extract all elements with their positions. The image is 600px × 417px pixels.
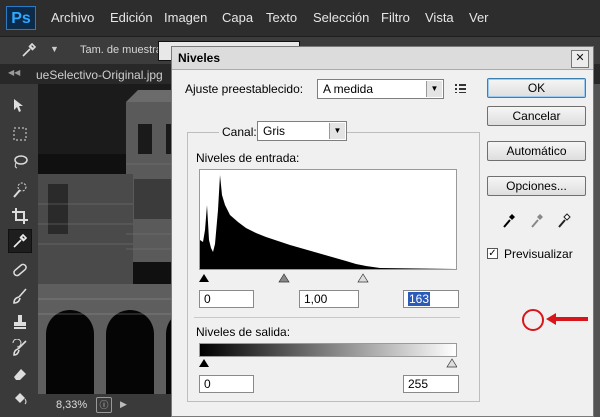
menu-vista[interactable]: Vista (425, 10, 454, 25)
photoshop-logo: Ps (6, 6, 36, 30)
highlight-arrow-icon (546, 313, 588, 325)
move-tool-icon[interactable] (8, 94, 32, 118)
menu-filtro[interactable]: Filtro (381, 10, 410, 25)
document-info-icon[interactable]: ⓘ (96, 397, 112, 413)
output-black-field[interactable]: 0 (199, 375, 254, 393)
preset-label: Ajuste preestablecido: (185, 82, 304, 96)
options-button[interactable]: Opciones... (487, 176, 586, 196)
document-tab[interactable]: ueSelectivo-Original.jpg (36, 68, 163, 82)
channel-label: Canal: (219, 125, 260, 139)
highlight-circle (522, 309, 544, 331)
marquee-tool-icon[interactable] (8, 122, 32, 146)
menu-texto[interactable]: Texto (266, 10, 297, 25)
input-black-field[interactable]: 0 (199, 290, 254, 308)
preset-value: A medida (323, 82, 374, 96)
histogram (199, 169, 457, 270)
menu-archivo[interactable]: Archivo (51, 10, 94, 25)
menu-seleccion[interactable]: Selección (313, 10, 369, 25)
healing-brush-tool-icon[interactable] (8, 258, 32, 282)
output-white-field[interactable]: 255 (403, 375, 459, 393)
eraser-tool-icon[interactable] (8, 362, 32, 386)
input-levels-label: Niveles de entrada: (196, 151, 300, 165)
channel-value: Gris (263, 124, 285, 138)
auto-button[interactable]: Automático (487, 141, 586, 161)
menu-ver[interactable]: Ver (469, 10, 489, 25)
black-eyedropper-icon[interactable] (502, 211, 518, 229)
white-eyedropper-icon[interactable] (557, 211, 573, 229)
zoom-level[interactable]: 8,33% (56, 399, 87, 411)
quick-selection-tool-icon[interactable] (8, 178, 32, 202)
input-gamma-field[interactable]: 1,00 (299, 290, 359, 308)
tool-preset-chevron-icon[interactable]: ▼ (50, 44, 59, 54)
cancel-button[interactable]: Cancelar (487, 106, 586, 126)
brush-tool-icon[interactable] (8, 284, 32, 308)
sample-size-label: Tam. de muestra: (80, 44, 165, 56)
chevron-down-icon[interactable]: ▼ (329, 123, 345, 139)
preset-options-icon[interactable] (454, 81, 468, 98)
menu-edicion[interactable]: Edición (110, 10, 153, 25)
output-levels-slider[interactable] (199, 357, 458, 369)
clone-stamp-tool-icon[interactable] (8, 310, 32, 334)
status-menu-arrow-icon[interactable]: ▶ (120, 399, 127, 410)
dialog-title: Niveles (178, 51, 221, 65)
dialog-title-bar[interactable]: Niveles ✕ (172, 47, 593, 70)
paint-bucket-tool-icon[interactable] (8, 386, 32, 410)
output-gradient (199, 343, 457, 357)
input-levels-slider[interactable] (199, 271, 457, 283)
output-levels-label: Niveles de salida: (196, 325, 291, 339)
double-chevron-left-icon[interactable]: ◀◀ (8, 68, 20, 77)
channel-select[interactable]: Gris ▼ (257, 121, 347, 141)
eyedropper-icon[interactable] (20, 41, 38, 62)
preview-label[interactable]: Previsualizar (504, 247, 573, 261)
lasso-tool-icon[interactable] (8, 150, 32, 174)
preset-select[interactable]: A medida ▼ (317, 79, 444, 99)
eyedropper-tool-icon[interactable] (8, 229, 32, 253)
menu-capa[interactable]: Capa (222, 10, 253, 25)
history-brush-tool-icon[interactable] (8, 336, 32, 360)
menu-imagen[interactable]: Imagen (164, 10, 207, 25)
input-white-field[interactable]: 163 (403, 290, 459, 308)
input-white-value: 163 (408, 292, 431, 306)
divider (194, 317, 460, 318)
toolbox (0, 84, 39, 417)
chevron-down-icon[interactable]: ▼ (426, 81, 442, 97)
preview-checkbox[interactable]: ✓ (487, 248, 498, 259)
ok-button[interactable]: OK (487, 78, 586, 98)
menu-bar: Ps Archivo Edición Imagen Capa Texto Sel… (0, 0, 600, 36)
levels-dialog: Niveles ✕ Ajuste preestablecido: A medid… (171, 46, 594, 417)
gray-eyedropper-icon[interactable] (530, 211, 546, 229)
close-icon[interactable]: ✕ (571, 50, 589, 68)
crop-tool-icon[interactable] (8, 204, 32, 228)
